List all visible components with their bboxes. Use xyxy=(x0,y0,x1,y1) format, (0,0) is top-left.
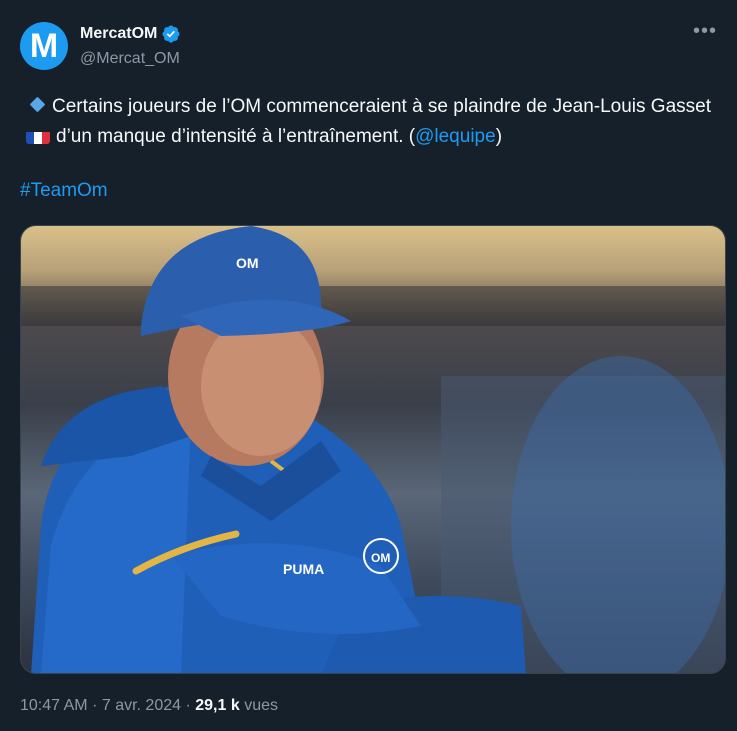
france-flag-icon xyxy=(26,128,50,144)
views-count: 29,1 k xyxy=(195,697,240,714)
name-row: MercatOM xyxy=(80,24,181,44)
tweet-date[interactable]: 7 avr. 2024 xyxy=(102,697,181,714)
tweet-photo[interactable]: OM PUMA OM xyxy=(20,225,726,674)
tweet-meta: 10:47 AM · 7 avr. 2024 · 29,1 k vues xyxy=(20,697,278,715)
svg-text:OM: OM xyxy=(236,255,259,271)
views-label: vues xyxy=(244,697,278,714)
author-names: MercatOM @Mercat_OM xyxy=(80,24,181,68)
tweet-text: Certains joueurs de l’OM commenceraient … xyxy=(20,92,723,152)
svg-text:OM: OM xyxy=(371,551,390,565)
meta-separator: · xyxy=(92,697,98,714)
mention-link[interactable]: @lequipe xyxy=(415,126,496,147)
avatar[interactable]: M xyxy=(20,22,68,70)
tweet-text-part1: Certains joueurs de l’OM commenceraient … xyxy=(52,96,711,117)
display-name[interactable]: MercatOM xyxy=(80,25,157,43)
verified-badge-icon xyxy=(162,25,180,43)
handle[interactable]: @Mercat_OM xyxy=(80,50,181,68)
more-options-icon[interactable]: ••• xyxy=(693,21,717,41)
blue-diamond-icon xyxy=(29,96,46,113)
tweet-header: M MercatOM @Mercat_OM ••• xyxy=(20,20,717,74)
hashtag-link[interactable]: #TeamOm xyxy=(20,180,108,202)
photo-illustration: OM PUMA OM xyxy=(21,226,725,673)
tweet-text-part2: d’un manque d’intensité à l’entraînement… xyxy=(56,126,416,147)
meta-separator-2: · xyxy=(185,697,191,714)
tweet-time[interactable]: 10:47 AM xyxy=(20,697,88,714)
avatar-letter: M xyxy=(29,27,59,65)
tweet-text-part3: ) xyxy=(495,126,503,147)
jacket-brand-text: PUMA xyxy=(283,561,324,577)
